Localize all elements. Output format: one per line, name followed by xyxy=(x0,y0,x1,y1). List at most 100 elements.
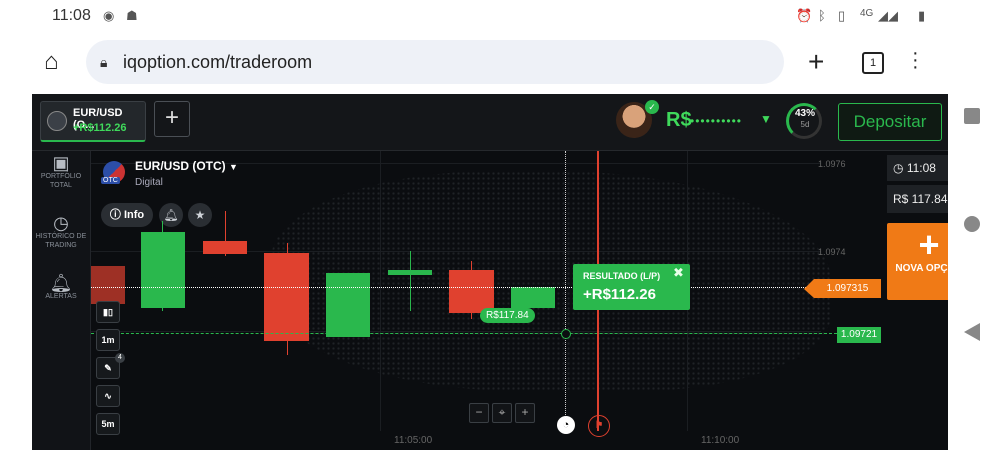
result-card[interactable]: RESULTADO (L/P) +R$112.26 ✖ xyxy=(573,264,690,310)
zoom-reset-button[interactable]: ⌖ xyxy=(492,403,512,423)
chart-type-button[interactable]: ▮▯ xyxy=(96,301,120,323)
price-tag-arrow xyxy=(804,279,814,298)
top-bar: EUR/USD (O... +R$112.26 + ✓ R$ •••••••••… xyxy=(32,94,948,151)
grid-line xyxy=(91,251,821,252)
level-percent: 43% xyxy=(794,108,815,119)
bell-icon: 🔔︎ xyxy=(49,273,73,293)
home-icon[interactable]: ⌂ xyxy=(44,48,59,76)
chevron-down-icon[interactable]: ▼ xyxy=(229,162,238,172)
zoom-in-button[interactable]: + xyxy=(515,403,535,423)
candle-green xyxy=(326,273,370,337)
asset-name[interactable]: EUR/USD (OTC) ▼ xyxy=(135,159,238,173)
home-nav-icon[interactable] xyxy=(964,216,980,232)
price-chart[interactable]: 1.0976 1.0974 OTC EUR/USD (OTC) ▼ Digita… xyxy=(91,151,948,450)
bell-icon: 🔔︎ xyxy=(163,208,179,222)
info-button[interactable]: ⓘ Info xyxy=(101,203,153,227)
entry-time-line xyxy=(565,151,566,431)
trade-room: EUR/USD (O... +R$112.26 + ✓ R$ •••••••••… xyxy=(32,94,948,450)
amount-field[interactable]: R$ 117.84● xyxy=(887,185,948,213)
strike-price-tag: 1.09721 xyxy=(837,327,881,343)
plus-icon: + xyxy=(918,224,940,265)
verified-check-icon: ✓ xyxy=(645,100,659,114)
info-label: Info xyxy=(123,209,145,221)
crosshair-icon: ⌖ xyxy=(498,405,506,419)
candle-red xyxy=(449,270,494,313)
battery-icon: ▮ xyxy=(918,8,926,23)
favorite-button[interactable]: ★ xyxy=(188,203,212,227)
grid-line xyxy=(380,151,381,431)
entry-point xyxy=(561,329,571,339)
price-level-label: 1.0976 xyxy=(818,159,846,169)
ghost-icon: ☗ xyxy=(126,8,138,23)
candle-red xyxy=(264,253,309,341)
sidebar-item-portfolio[interactable]: ▣ PORTFÓLIO TOTAL xyxy=(32,153,90,190)
new-option-button[interactable]: + NOVA OPÇÃO xyxy=(887,223,948,300)
candle-wick xyxy=(410,251,411,311)
new-tab-icon[interactable]: + xyxy=(808,46,824,78)
candles-icon: ▮▯ xyxy=(103,307,113,317)
asset-tab-profit: +R$112.26 xyxy=(73,122,127,134)
wave-icon: ∿ xyxy=(104,391,112,401)
vibrate-icon: ▯ xyxy=(838,8,846,23)
close-icon[interactable]: ✖ xyxy=(673,265,684,281)
new-option-label: NOVA OPÇÃO xyxy=(895,263,948,274)
otc-badge: OTC xyxy=(101,177,120,184)
current-price-tag: 1.097315 xyxy=(814,279,881,298)
candle-green xyxy=(388,270,432,275)
timeframe-1m-button[interactable]: 1m xyxy=(96,329,120,351)
briefcase-icon: ▣ xyxy=(52,153,70,173)
strike-line xyxy=(91,333,837,334)
whatsapp-icon: ◉ xyxy=(103,8,115,23)
flag-icon xyxy=(47,111,67,131)
grid-line xyxy=(91,331,821,332)
timeframe-5m-button[interactable]: 5m xyxy=(96,413,120,435)
tab-count-button[interactable]: 1 xyxy=(862,52,884,74)
candle-green xyxy=(511,287,555,308)
deposit-button[interactable]: Depositar xyxy=(838,103,942,141)
result-title: RESULTADO (L/P) xyxy=(583,271,661,281)
back-icon[interactable] xyxy=(964,323,980,341)
level-progress-text: 43% 5d xyxy=(788,108,822,130)
add-asset-button[interactable]: + xyxy=(154,101,190,137)
signal-icon: ◢◢ xyxy=(878,8,898,23)
tool-count-badge: 4 xyxy=(115,353,125,363)
current-price-line xyxy=(91,287,814,288)
expiry-time-value: 11:08 xyxy=(906,161,936,175)
chevron-down-icon[interactable]: ▼ xyxy=(760,112,772,126)
balance-currency[interactable]: R$ xyxy=(666,109,692,132)
sidebar-item-alerts[interactable]: 🔔︎ ALERTAS xyxy=(32,273,90,301)
recents-icon[interactable] xyxy=(964,108,980,124)
sidebar-item-label: ALERTAS xyxy=(45,293,77,300)
android-nav-bar xyxy=(948,0,1000,450)
history-icon: ◷ xyxy=(53,213,69,233)
sidebar-item-label: HISTÓRICO DE TRADING xyxy=(35,233,87,249)
time-axis-label: 11:10:00 xyxy=(701,435,740,446)
zoom-out-button[interactable]: − xyxy=(469,403,489,423)
status-bar: 11:08 ◉ ☗ ⏰ ᛒ ▯ 4G ◢◢ ▮ xyxy=(0,0,948,32)
indicators-button[interactable]: ∿ xyxy=(96,385,120,407)
timer-icon[interactable]: ◔ xyxy=(557,416,575,434)
asset-tab[interactable]: EUR/USD (O... +R$112.26 xyxy=(40,101,146,142)
alarm-icon: ⏰ xyxy=(796,8,813,23)
network-type: 4G xyxy=(860,8,874,19)
star-icon: ★ xyxy=(194,208,206,222)
balance-masked[interactable]: •••••••••• xyxy=(690,114,742,128)
info-icon: ⓘ xyxy=(109,209,121,221)
expiry-time-field[interactable]: ◷ 11:08 xyxy=(887,155,948,181)
url-text[interactable]: iqoption.com/traderoom xyxy=(123,52,312,73)
time-axis-label: 11:05:00 xyxy=(394,435,433,446)
status-time: 11:08 xyxy=(52,7,91,24)
sidebar: ▣ PORTFÓLIO TOTAL ◷ HISTÓRICO DE TRADING… xyxy=(32,151,91,450)
option-type: Digital xyxy=(135,177,163,188)
finish-flag-icon[interactable]: ⚑ xyxy=(588,415,610,437)
menu-icon[interactable]: · · · xyxy=(912,43,919,77)
candle-red xyxy=(203,241,247,254)
result-value: +R$112.26 xyxy=(583,286,656,303)
bluetooth-icon: ᛒ xyxy=(818,8,826,23)
candle-green xyxy=(141,232,185,308)
asset-name-text: EUR/USD (OTC) xyxy=(135,159,226,173)
sidebar-item-history[interactable]: ◷ HISTÓRICO DE TRADING xyxy=(32,213,90,250)
amount-value: R$ 117.84 xyxy=(893,192,948,206)
entry-amount-tag: R$117.84 xyxy=(480,308,535,323)
clock-icon: ◷ xyxy=(893,161,904,175)
